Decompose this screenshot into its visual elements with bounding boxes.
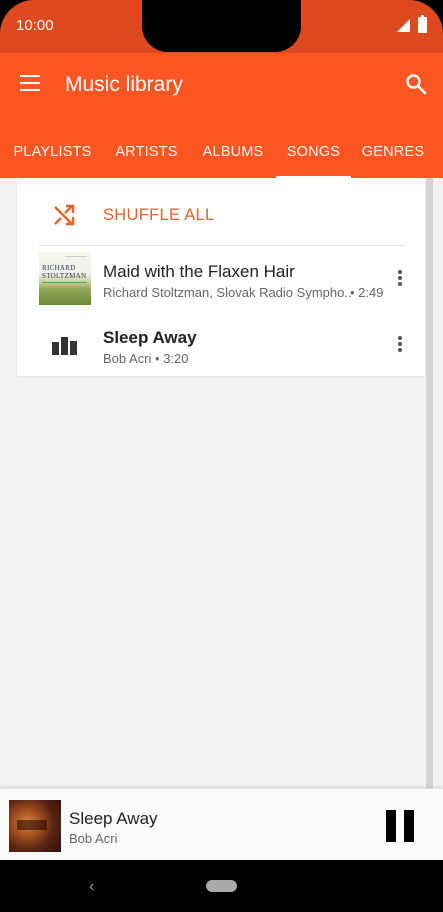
back-icon[interactable]: ‹ — [89, 878, 94, 896]
phone-screen: 10:00 Music library PLAYLISTS ARTISTS AL… — [0, 0, 443, 912]
divider — [39, 245, 405, 246]
more-options-icon[interactable] — [397, 270, 403, 286]
tab-songs[interactable]: SONGS — [276, 141, 351, 178]
now-playing-title: Sleep Away — [69, 809, 158, 828]
system-nav-bar: ‹ — [0, 860, 443, 912]
album-art-text: STOLTZMAN — [42, 272, 87, 280]
tab-playlists[interactable]: PLAYLISTS — [5, 141, 100, 178]
songs-list-area: SHUFFLE ALL RICHARD STOLTZMAN Maid with … — [0, 178, 443, 788]
app-bar: Music library PLAYLISTS ARTISTS ALBUMS S… — [0, 53, 443, 178]
shuffle-all-button[interactable]: SHUFFLE ALL — [17, 178, 425, 246]
tab-albums[interactable]: ALBUMS — [193, 141, 273, 178]
album-art: RICHARD STOLTZMAN — [39, 252, 91, 305]
signal-icon — [397, 19, 410, 32]
song-duration: • 2:49 — [350, 285, 384, 300]
status-time: 10:00 — [16, 17, 54, 34]
song-artist: Bob Acri • 3:20 — [103, 351, 189, 366]
camera-notch — [142, 0, 301, 52]
status-bar: 10:00 — [0, 0, 443, 53]
tab-bar: PLAYLISTS ARTISTS ALBUMS SONGS GENRES — [0, 141, 443, 178]
album-art-text: RICHARD — [42, 264, 76, 272]
songs-card: SHUFFLE ALL RICHARD STOLTZMAN Maid with … — [17, 178, 425, 376]
now-playing-bar[interactable]: Sleep Away Bob Acri — [0, 788, 443, 860]
song-title: Sleep Away — [103, 328, 197, 347]
pause-button[interactable] — [386, 810, 414, 842]
more-options-icon[interactable] — [397, 336, 403, 352]
song-row-playing[interactable]: Sleep Away Bob Acri • 3:20 — [17, 316, 425, 380]
home-pill[interactable] — [206, 880, 237, 892]
tab-artists[interactable]: ARTISTS — [105, 141, 188, 178]
search-icon[interactable] — [404, 72, 428, 96]
song-row[interactable]: RICHARD STOLTZMAN Maid with the Flaxen H… — [17, 250, 425, 314]
now-playing-album-art — [9, 800, 61, 852]
song-artist: Richard Stoltzman, Slovak Radio Sympho.. — [103, 285, 352, 300]
menu-icon[interactable] — [20, 75, 42, 93]
scrollbar[interactable] — [426, 178, 433, 788]
page-title: Music library — [65, 73, 183, 96]
shuffle-icon — [54, 204, 75, 226]
tab-genres[interactable]: GENRES — [356, 141, 430, 178]
song-title: Maid with the Flaxen Hair — [103, 262, 295, 281]
now-playing-equalizer-icon — [52, 337, 77, 355]
shuffle-all-label: SHUFFLE ALL — [103, 206, 215, 224]
battery-icon — [418, 15, 427, 33]
now-playing-artist: Bob Acri — [69, 831, 118, 846]
